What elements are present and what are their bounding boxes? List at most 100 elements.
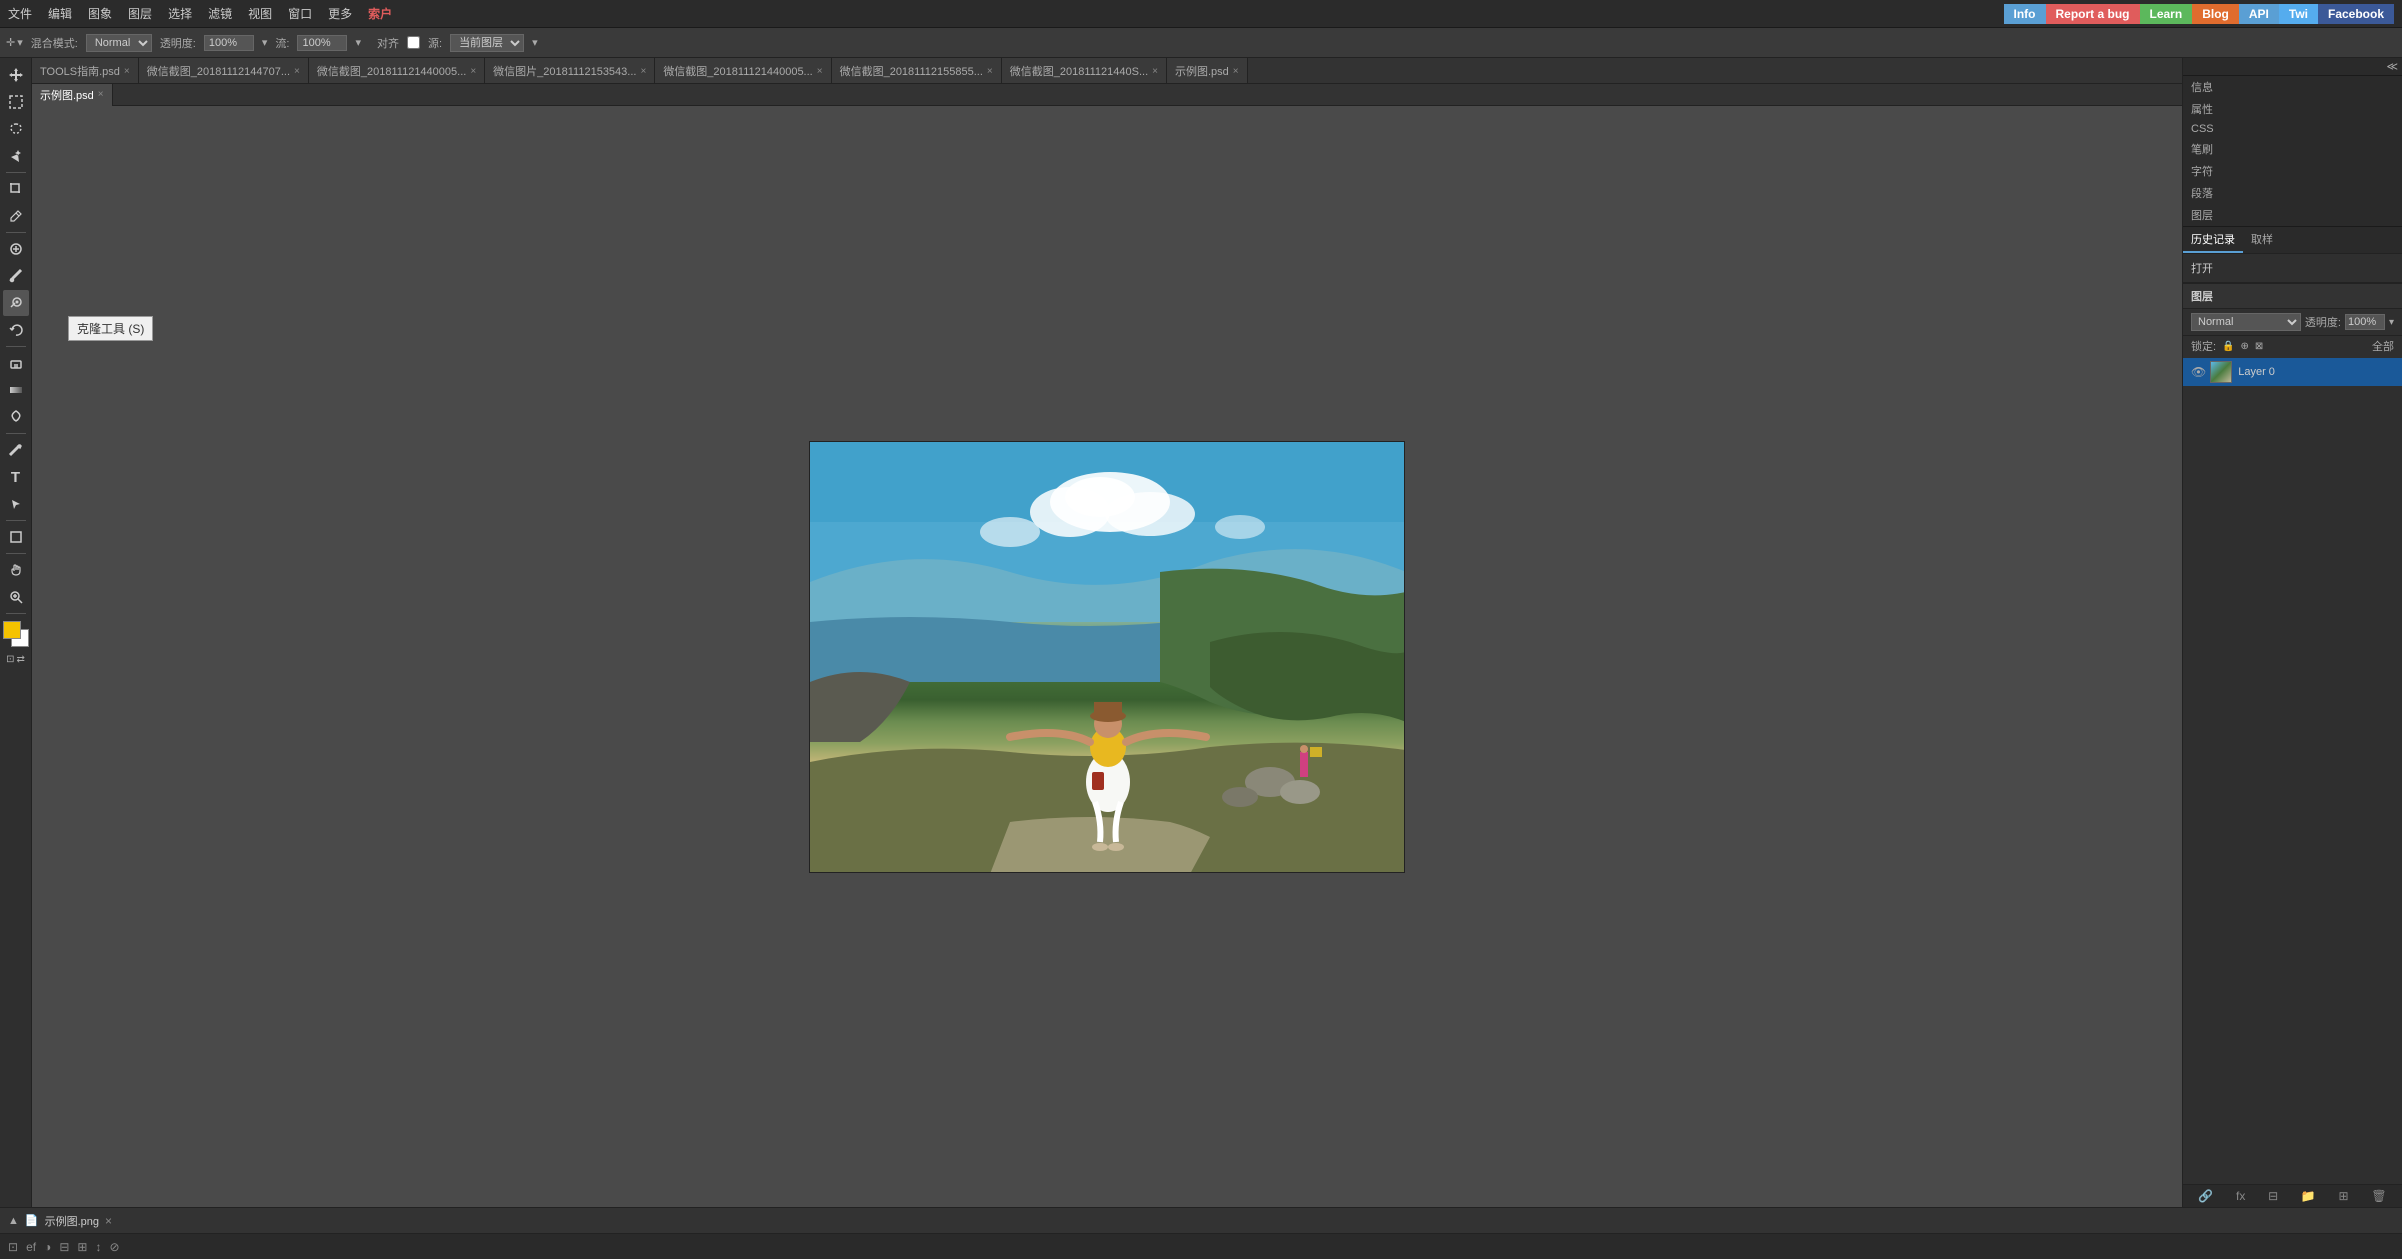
tab-wechat6[interactable]: 微信截图_201811121440S... × <box>1002 58 1167 84</box>
tab-sample-psd-close[interactable]: × <box>1233 66 1239 77</box>
tab-wechat2[interactable]: 微信截图_201811121440005... × <box>309 58 485 84</box>
shape-tool[interactable] <box>3 524 29 550</box>
menu-item-layer[interactable]: 图层 <box>128 5 152 22</box>
align-checkbox[interactable] <box>407 36 420 49</box>
side-item-para[interactable]: 段落 <box>2183 182 2402 204</box>
eraser-tool[interactable] <box>3 350 29 376</box>
tab-sample-active-close[interactable]: × <box>98 89 104 100</box>
blend-mode-select[interactable]: Normal <box>86 34 152 52</box>
tab-tools-close[interactable]: × <box>124 66 130 77</box>
layer-style-icon[interactable]: fx <box>2236 1189 2245 1203</box>
layer-group-icon[interactable]: 📁 <box>2301 1189 2316 1203</box>
side-item-layers[interactable]: 图层 <box>2183 204 2402 226</box>
menu-item-window[interactable]: 窗口 <box>288 5 312 22</box>
swap-colors-icon[interactable]: ⇄ <box>17 654 25 665</box>
menu-item-user[interactable]: 索户 <box>368 5 392 22</box>
eyedropper-tool[interactable] <box>3 203 29 229</box>
main-area: T ⊡ ⇄ TOOLS指南.psd × <box>0 58 2402 1207</box>
lasso-tool[interactable] <box>3 116 29 142</box>
color-swatches[interactable] <box>3 621 29 647</box>
tab-tools[interactable]: TOOLS指南.psd × <box>32 58 139 84</box>
tab-wechat2-close[interactable]: × <box>470 66 476 77</box>
bottom-tab-close[interactable]: × <box>105 1214 112 1228</box>
status-icon-resize[interactable]: ↕ <box>95 1240 101 1254</box>
menu-item-file[interactable]: 文件 <box>8 5 32 22</box>
side-item-info[interactable]: 信息 <box>2183 76 2402 98</box>
status-icon-contrast[interactable]: ◑ <box>44 1240 51 1254</box>
tab-wechat1[interactable]: 微信截图_20181112144707... × <box>139 58 309 84</box>
layer-row-0[interactable]: 👁 Layer 0 <box>2183 358 2402 386</box>
menu-item-edit[interactable]: 编辑 <box>48 5 72 22</box>
tab-wechat4-close[interactable]: × <box>817 66 823 77</box>
layer-blend-mode-select[interactable]: Normal <box>2191 313 2301 331</box>
history-brush-tool[interactable] <box>3 317 29 343</box>
crop-tool[interactable] <box>3 176 29 202</box>
burn-tool[interactable] <box>3 404 29 430</box>
menu-item-image[interactable]: 图象 <box>88 5 112 22</box>
bottom-tab-filename[interactable]: 示例图.png <box>45 1213 99 1229</box>
status-icon-delete[interactable]: ⊘ <box>109 1240 119 1254</box>
tab-wechat3[interactable]: 微信图片_20181112153543... × <box>485 58 655 84</box>
lock-all-icon[interactable]: ⊠ <box>2255 341 2263 352</box>
magic-wand-tool[interactable] <box>3 143 29 169</box>
tab-wechat3-close[interactable]: × <box>640 66 646 77</box>
foreground-color-swatch[interactable] <box>3 621 21 639</box>
lock-position-icon[interactable]: ⊕ <box>2241 341 2249 352</box>
side-item-properties[interactable]: 属性 <box>2183 98 2402 120</box>
side-item-char[interactable]: 字符 <box>2183 160 2402 182</box>
new-layer-icon[interactable]: ⊞ <box>2339 1189 2349 1203</box>
tab-sample-active[interactable]: 示例图.psd × <box>32 84 113 106</box>
tab-wechat1-close[interactable]: × <box>294 66 300 77</box>
status-icon-folder[interactable]: ⊞ <box>77 1240 87 1254</box>
tab-wechat6-close[interactable]: × <box>1152 66 1158 77</box>
zoom-tool[interactable] <box>3 584 29 610</box>
clone-tool[interactable] <box>3 290 29 316</box>
tab-wechat4[interactable]: 微信截图_201811121440005... × <box>655 58 831 84</box>
tab-wechat5-close[interactable]: × <box>987 66 993 77</box>
side-item-brush[interactable]: 笔刷 <box>2183 138 2402 160</box>
sample-tab[interactable]: 取样 <box>2243 227 2281 253</box>
learn-badge[interactable]: Learn <box>2140 4 2193 24</box>
info-badge[interactable]: Info <box>2004 4 2046 24</box>
layers-bottom-bar: 🔗 fx ⊟ 📁 ⊞ 🗑 <box>2183 1184 2402 1207</box>
hand-tool[interactable] <box>3 557 29 583</box>
history-item-open[interactable]: 打开 <box>2191 258 2394 278</box>
lock-pixels-icon[interactable]: 🔒 <box>2222 341 2234 352</box>
panel-collapse-btn[interactable]: ≪ <box>2386 60 2398 73</box>
flow-input[interactable] <box>297 35 347 51</box>
fb-badge[interactable]: Facebook <box>2318 4 2394 24</box>
opacity-input[interactable] <box>204 35 254 51</box>
pen-tool[interactable] <box>3 437 29 463</box>
side-item-css[interactable]: CSS <box>2183 120 2402 138</box>
move-tool[interactable] <box>3 62 29 88</box>
layer-visibility-icon[interactable]: 👁 <box>2191 365 2206 379</box>
menu-item-select[interactable]: 选择 <box>168 5 192 22</box>
selection-rect-tool[interactable] <box>3 89 29 115</box>
text-tool[interactable]: T <box>3 464 29 490</box>
brush-tool[interactable] <box>3 263 29 289</box>
twi-badge[interactable]: Twi <box>2279 4 2318 24</box>
report-badge[interactable]: Report a bug <box>2046 4 2140 24</box>
default-colors-icon[interactable]: ⊡ <box>6 654 14 665</box>
bottom-tab-arrow[interactable]: ▲ <box>8 1215 19 1227</box>
delete-layer-icon[interactable]: 🗑 <box>2371 1189 2386 1203</box>
tab-sample-psd[interactable]: 示例图.psd × <box>1167 58 1248 84</box>
gradient-tool[interactable] <box>3 377 29 403</box>
api-badge[interactable]: API <box>2239 4 2279 24</box>
link-layers-icon[interactable]: 🔗 <box>2198 1189 2213 1203</box>
menu-item-filter[interactable]: 滤镜 <box>208 5 232 22</box>
path-select-tool[interactable] <box>3 491 29 517</box>
heal-tool[interactable] <box>3 236 29 262</box>
status-icon-loop[interactable]: ⊡ <box>8 1240 18 1254</box>
canvas-image[interactable] <box>809 441 1405 873</box>
layer-opacity-input[interactable] <box>2345 314 2385 330</box>
menu-item-more[interactable]: 更多 <box>328 5 352 22</box>
menu-item-view[interactable]: 视图 <box>248 5 272 22</box>
status-icon-fx[interactable]: ef <box>26 1240 36 1254</box>
tab-wechat5[interactable]: 微信截图_20181112155855... × <box>832 58 1002 84</box>
blog-badge[interactable]: Blog <box>2192 4 2239 24</box>
source-select[interactable]: 当前图层 <box>450 34 524 52</box>
history-tab[interactable]: 历史记录 <box>2183 227 2243 253</box>
status-icon-fill[interactable]: ⊟ <box>59 1240 69 1254</box>
layer-mask-icon[interactable]: ⊟ <box>2268 1189 2278 1203</box>
